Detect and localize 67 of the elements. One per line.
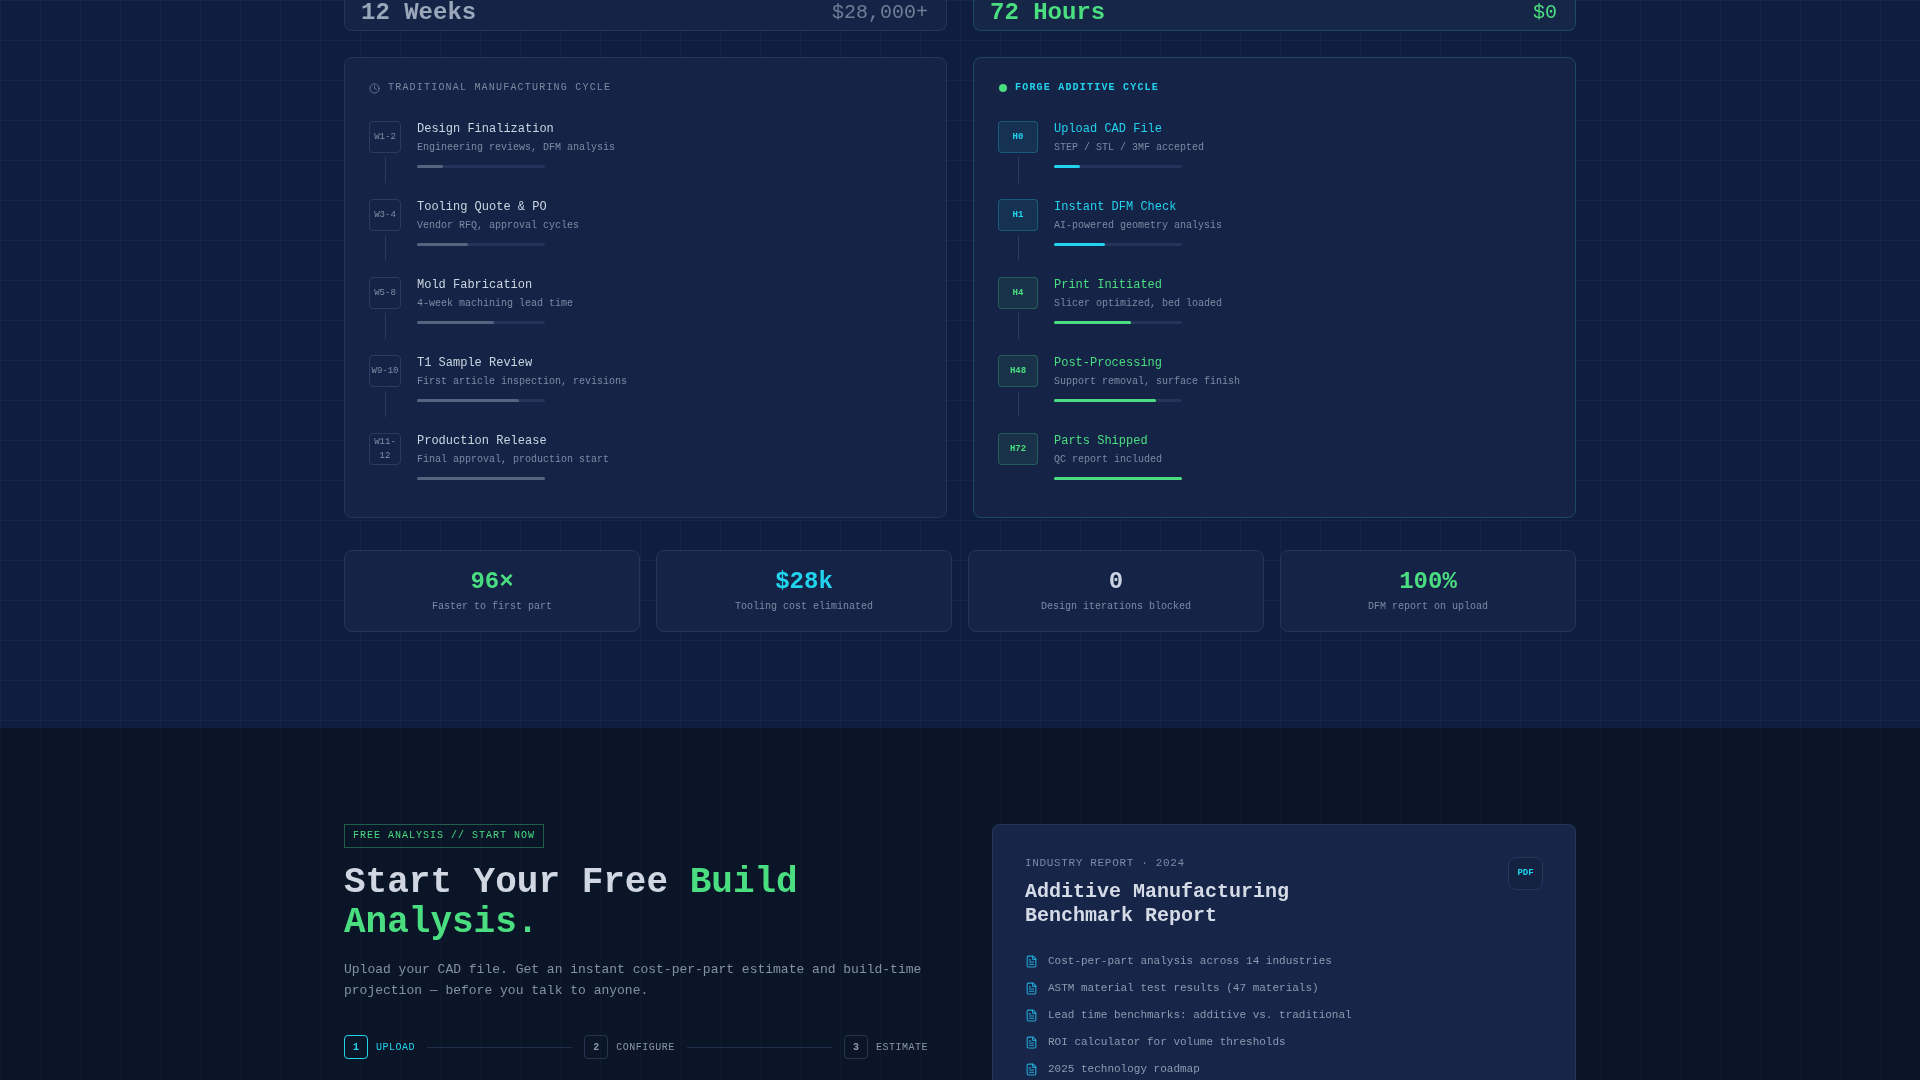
intro-paragraph: Upload your CAD file. Get an instant cost-per-part estimate and build-time projection — before you talk to anyone. bbox=[344, 961, 923, 1000]
step-marker: H48 bbox=[998, 355, 1038, 387]
document-icon bbox=[1025, 954, 1038, 968]
step-title: Mold Fabrication bbox=[417, 277, 534, 293]
step-description: Final approval, production start bbox=[417, 453, 610, 467]
step-title: Post-Processing bbox=[1054, 355, 1164, 371]
step-title: Upload CAD File bbox=[1054, 121, 1164, 137]
step-label: UPLOAD bbox=[376, 1040, 415, 1055]
clock-icon bbox=[369, 82, 380, 94]
step-title: Production Release bbox=[417, 433, 548, 449]
report-item: Cost-per-part analysis across 14 industries bbox=[1048, 954, 1332, 969]
step-marker: W5-8 bbox=[369, 277, 401, 309]
step-marker: H72 bbox=[998, 433, 1038, 465]
report-eyebrow: INDUSTRY REPORT · 2024 bbox=[1025, 856, 1186, 871]
stat-label: DFM report on upload bbox=[1368, 600, 1488, 614]
report-item: ROI calculator for volume thresholds bbox=[1048, 1035, 1286, 1050]
stat-value: 0 bbox=[1108, 568, 1124, 596]
step-label: CONFIGURE bbox=[616, 1040, 675, 1055]
step-description: First article inspection, revisions bbox=[417, 375, 628, 389]
step-description: QC report included bbox=[1054, 453, 1164, 467]
stat-label: Design iterations blocked bbox=[1041, 600, 1191, 614]
step-description: Vendor RFQ, approval cycles bbox=[417, 219, 580, 233]
report-item: Lead time benchmarks: additive vs. traditional bbox=[1048, 1008, 1352, 1023]
step-label: ESTIMATE bbox=[876, 1040, 928, 1055]
step-title: Print Initiated bbox=[1054, 277, 1164, 293]
step-marker: H4 bbox=[998, 277, 1038, 309]
step-marker: W1-2 bbox=[369, 121, 401, 153]
panel-heading: FORGE ADDITIVE CYCLE bbox=[1015, 82, 1160, 94]
document-icon bbox=[1025, 1035, 1038, 1049]
section-heading: Start Your Free Build Analysis. bbox=[344, 863, 799, 943]
step-number: 2 bbox=[584, 1035, 609, 1059]
document-icon bbox=[1025, 981, 1038, 995]
step-description: AI-powered geometry analysis bbox=[1054, 219, 1223, 233]
step-marker: H1 bbox=[998, 199, 1038, 231]
stat-value: 100% bbox=[1399, 568, 1457, 596]
step-title: Tooling Quote & PO bbox=[417, 199, 548, 215]
step-marker: H0 bbox=[998, 121, 1038, 153]
step-marker: W11-12 bbox=[369, 433, 401, 465]
step-description: STEP / STL / 3MF accepted bbox=[1054, 141, 1205, 155]
step-marker: W9-10 bbox=[369, 355, 401, 387]
file-type-label: PDF bbox=[1508, 857, 1543, 890]
section-eyebrow: FREE ANALYSIS // START NOW bbox=[344, 824, 545, 848]
document-icon bbox=[1025, 1062, 1038, 1076]
duration-text: 72 Hours bbox=[990, 0, 1106, 26]
report-item: ASTM material test results (47 materials) bbox=[1048, 981, 1319, 996]
stat-value: $28k bbox=[775, 568, 833, 596]
stat-label: Tooling cost eliminated bbox=[735, 600, 873, 614]
report-title: Additive Manufacturing Benchmark Report bbox=[1025, 880, 1291, 928]
step-title: Parts Shipped bbox=[1054, 433, 1149, 449]
step-title: T1 Sample Review bbox=[417, 355, 534, 371]
stat-value: 96× bbox=[470, 568, 514, 596]
step-number: 3 bbox=[844, 1035, 868, 1059]
step-number: 1 bbox=[344, 1035, 368, 1059]
cost-text: $28,000+ bbox=[832, 0, 928, 26]
cost-text: $0 bbox=[1533, 0, 1557, 26]
report-item: 2025 technology roadmap bbox=[1048, 1062, 1200, 1077]
step-description: Slicer optimized, bed loaded bbox=[1054, 297, 1223, 311]
step-marker: W3-4 bbox=[369, 199, 401, 231]
step-title: Instant DFM Check bbox=[1054, 199, 1178, 215]
duration-text: 12 Weeks bbox=[361, 0, 477, 26]
panel-heading: TRADITIONAL MANUFACTURING CYCLE bbox=[388, 82, 612, 94]
step-description: 4-week machining lead time bbox=[417, 297, 574, 311]
stat-label: Faster to first part bbox=[432, 600, 552, 614]
document-icon bbox=[1025, 1008, 1038, 1022]
step-description: Engineering reviews, DFM analysis bbox=[417, 141, 616, 155]
step-title: Design Finalization bbox=[417, 121, 555, 137]
step-description: Support removal, surface finish bbox=[1054, 375, 1241, 389]
